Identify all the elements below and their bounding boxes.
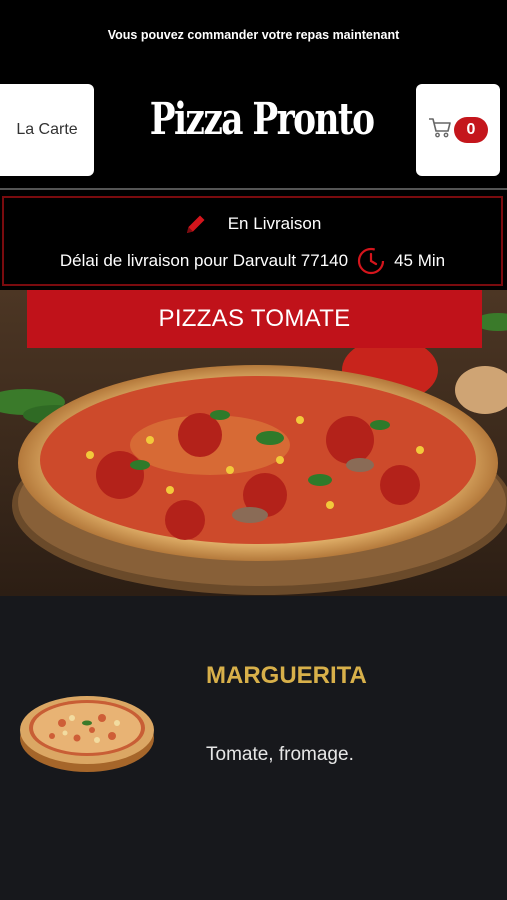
header: La Carte Pizza Pronto 0 bbox=[0, 84, 507, 178]
cart-count-badge: 0 bbox=[454, 117, 488, 143]
product-image[interactable] bbox=[17, 678, 157, 778]
product-description: Tomate, fromage. bbox=[206, 744, 354, 765]
delivery-time: 45 Min bbox=[394, 251, 446, 270]
pencil-icon[interactable] bbox=[184, 212, 208, 236]
logo: Pizza Pronto bbox=[149, 94, 375, 145]
top-banner: Vous pouvez commander votre repas mainte… bbox=[107, 28, 400, 42]
clock-icon bbox=[356, 246, 386, 276]
menu-button[interactable]: La Carte bbox=[0, 84, 94, 176]
category-title: PIZZAS TOMATE bbox=[27, 290, 482, 348]
delivery-zone-text: Délai de livraison pour Darvault 77140 bbox=[59, 251, 349, 270]
delivery-info[interactable]: En Livraison Délai de livraison pour Dar… bbox=[2, 196, 503, 286]
cart-icon bbox=[428, 117, 452, 144]
delivery-mode: En Livraison bbox=[227, 214, 322, 233]
cart-button[interactable]: 0 bbox=[416, 84, 500, 176]
product-name[interactable]: MARGUERITA bbox=[206, 662, 367, 690]
header-divider bbox=[0, 188, 507, 190]
